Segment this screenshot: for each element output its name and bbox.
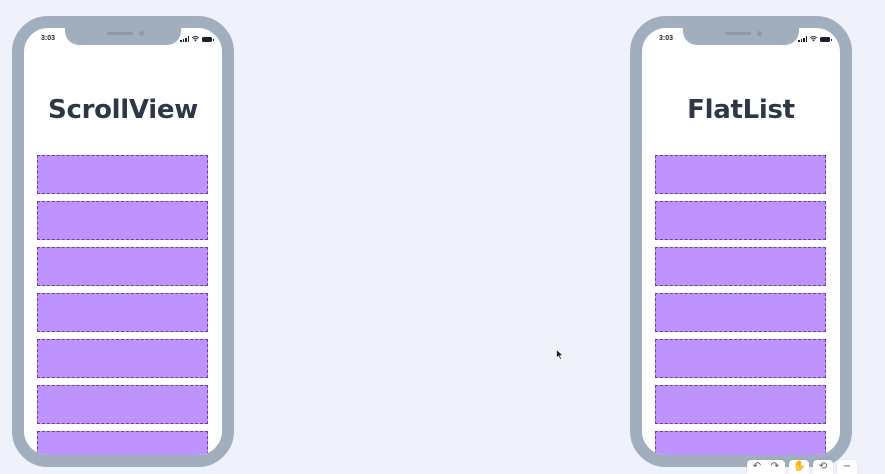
screen-title: ScrollView [48,95,198,125]
phone-flatlist: 3:03 FlatList [630,16,852,467]
speaker-icon [107,32,133,35]
canvas-toolbar: ↶ ↷ ✋ ⟲ − [747,460,857,474]
camera-icon [139,31,144,36]
status-icons [798,36,832,42]
zoom-group: − [837,460,857,474]
wifi-icon [192,36,199,42]
list-item [37,293,208,332]
list-item [655,339,826,378]
history-group: ⟲ [813,460,833,474]
list-item [655,201,826,240]
battery-icon [820,37,832,42]
redo-icon[interactable]: ↷ [769,460,781,474]
list-item [655,293,826,332]
list-item [655,247,826,286]
phone-notch [65,28,181,45]
screen-title: FlatList [687,95,795,125]
phone-scrollview: 3:03 ScrollView [12,16,234,467]
wifi-icon [810,36,817,42]
mouse-cursor-icon [556,349,564,360]
history-icon[interactable]: ⟲ [817,460,829,474]
list-item [37,201,208,240]
hand-icon[interactable]: ✋ [793,460,805,474]
status-time: 3:03 [659,35,674,42]
list-item [37,431,208,455]
hand-tool-group: ✋ [789,460,809,474]
canvas[interactable]: 3:03 ScrollView 3:03 FlatList ↶ ↷ ✋ ⟲ − [0,0,885,474]
list-item [655,155,826,194]
status-icons [180,36,214,42]
list-item [37,339,208,378]
list-item [37,385,208,424]
list-item [655,385,826,424]
zoom-out-icon[interactable]: − [841,460,853,474]
speaker-icon [725,32,751,35]
flatlist-list[interactable] [655,155,826,455]
list-item [37,247,208,286]
phone-notch [683,28,799,45]
signal-icon [180,36,189,42]
undo-redo-group: ↶ ↷ [747,460,785,474]
scrollview-list[interactable] [37,155,208,455]
status-time: 3:03 [41,35,56,42]
list-item [37,155,208,194]
camera-icon [757,31,762,36]
signal-icon [798,36,807,42]
battery-icon [202,37,214,42]
undo-icon[interactable]: ↶ [751,460,763,474]
